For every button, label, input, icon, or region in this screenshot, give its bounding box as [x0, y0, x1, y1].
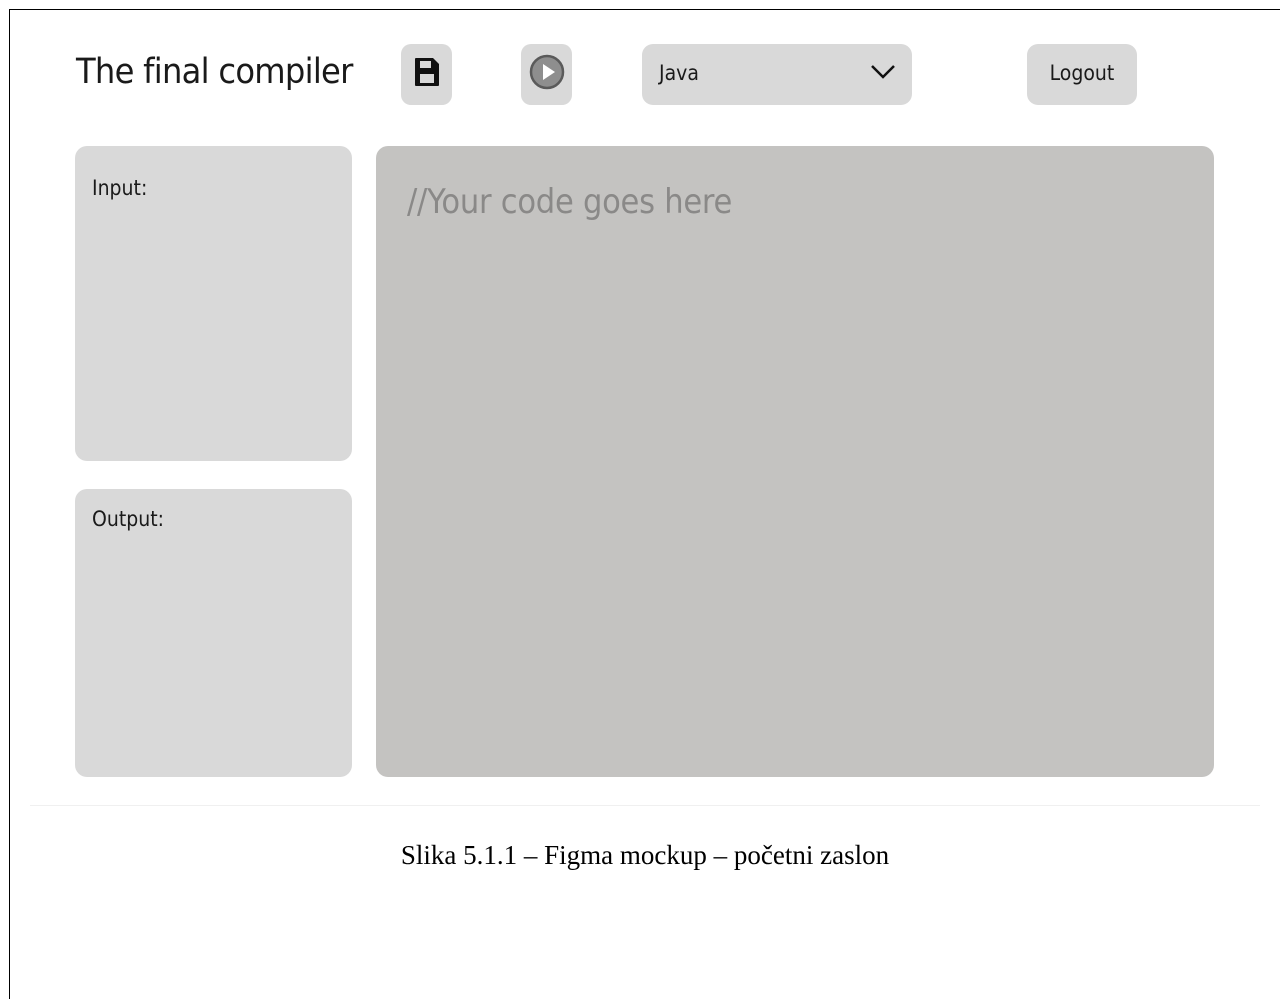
save-button[interactable]: [401, 44, 452, 105]
logout-button[interactable]: Logout: [1027, 44, 1137, 105]
run-button[interactable]: [521, 44, 572, 105]
app-title: The final compiler: [76, 52, 353, 92]
figure-caption: Slika 5.1.1 – Figma mockup – početni zas…: [400, 840, 890, 870]
language-select[interactable]: Java: [642, 44, 912, 105]
input-panel[interactable]: Input:: [75, 146, 352, 461]
divider: [30, 805, 1260, 806]
output-panel: Output:: [75, 489, 352, 777]
logout-label: Logout: [1049, 60, 1115, 85]
chevron-down-icon: [870, 64, 896, 85]
code-placeholder: //Your code goes here: [407, 182, 733, 222]
language-select-value: Java: [659, 60, 699, 85]
code-editor[interactable]: //Your code goes here: [376, 146, 1214, 777]
input-label: Input:: [92, 176, 148, 200]
play-circle-icon: [529, 54, 565, 95]
output-label: Output:: [92, 507, 165, 531]
floppy-disk-icon: [414, 57, 440, 92]
